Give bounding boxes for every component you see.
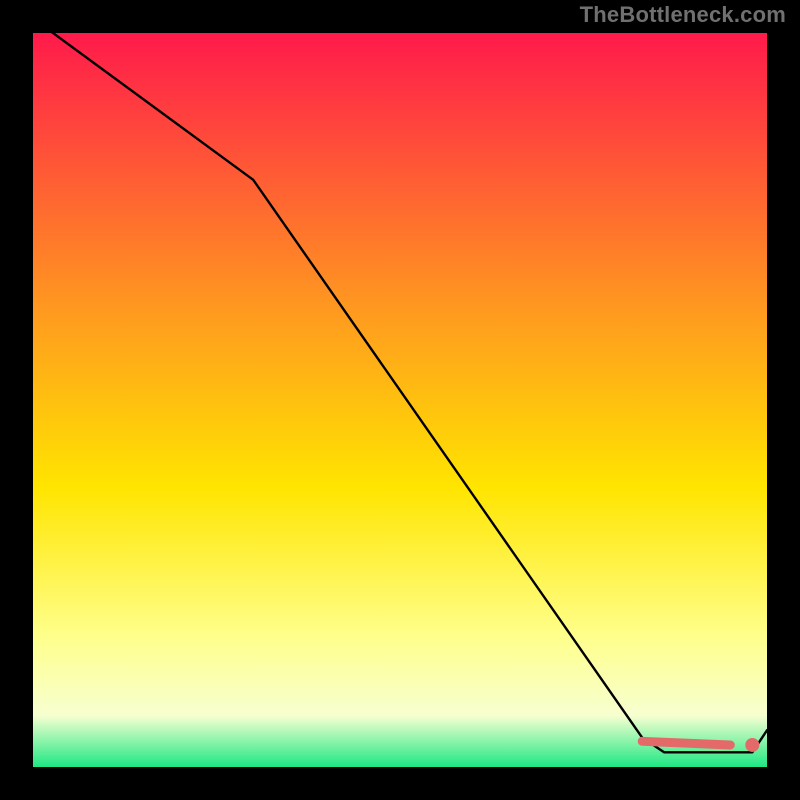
marker-dot	[745, 738, 759, 752]
chart-frame: TheBottleneck.com	[0, 0, 800, 800]
watermark-text: TheBottleneck.com	[580, 2, 786, 28]
plot-svg	[33, 33, 767, 767]
gradient-background	[33, 33, 767, 767]
plot-area	[33, 33, 767, 767]
marker-flat-segment	[642, 741, 730, 745]
